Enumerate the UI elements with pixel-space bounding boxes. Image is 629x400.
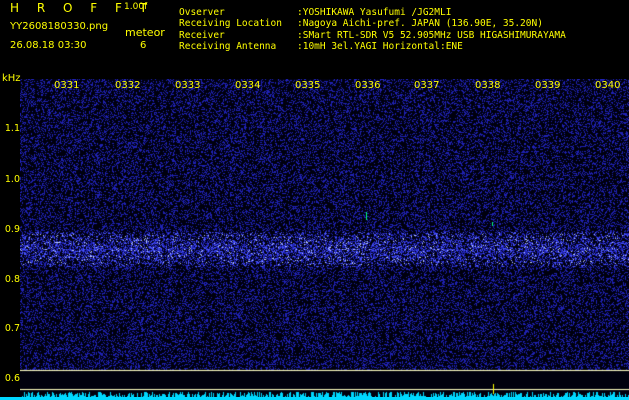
antenna-label: Receiving Antenna — [179, 41, 277, 52]
spectrogram-canvas — [20, 79, 629, 400]
hroft-window: H R O F F T 1.00f YY2608180330.png 26.08… — [0, 0, 629, 400]
y-tick-label: 0.9 — [4, 224, 20, 235]
y-tick-label: 1.0 — [4, 174, 20, 185]
x-tick-label: 0331 — [54, 80, 80, 91]
meteor-count-value: 6 — [140, 40, 147, 51]
y-tick-label: 1.1 — [4, 123, 20, 134]
x-tick-label: 0334 — [235, 80, 261, 91]
receiver-value: :SMart RTL-SDR V5 52.905MHz USB HIGASHIM… — [297, 30, 566, 41]
y-tick-label: 0.7 — [4, 323, 20, 334]
spectrogram-plot — [20, 79, 629, 400]
y-axis-unit: kHz — [2, 73, 21, 84]
x-tick-label: 0339 — [535, 80, 561, 91]
y-tick-label: 0.8 — [4, 274, 20, 285]
program-version: 1.00f — [124, 2, 148, 12]
location-value: :Nagoya Aichi-pref. JAPAN (136.90E, 35.2… — [297, 18, 543, 29]
meteor-count-label: meteor — [125, 26, 165, 39]
x-tick-label: 0337 — [414, 80, 440, 91]
image-filename: YY2608180330.png — [10, 21, 109, 32]
x-tick-label: 0336 — [355, 80, 381, 91]
antenna-value: :10mH 3el.YAGI Horizontal:ENE — [297, 41, 463, 52]
receiver-label: Receiver — [179, 30, 225, 41]
x-tick-label: 0332 — [115, 80, 141, 91]
observer-label: Ovserver — [179, 7, 225, 18]
x-tick-label: 0333 — [175, 80, 201, 91]
x-tick-label: 0338 — [475, 80, 501, 91]
x-tick-label: 0340 — [595, 80, 621, 91]
capture-datetime: 26.08.18 03:30 — [10, 40, 87, 51]
location-label: Receiving Location — [179, 18, 282, 29]
x-tick-label: 0335 — [295, 80, 321, 91]
y-tick-label: 0.6 — [4, 373, 20, 384]
observer-value: :YOSHIKAWA Yasufumi /JG2MLI — [297, 7, 452, 18]
